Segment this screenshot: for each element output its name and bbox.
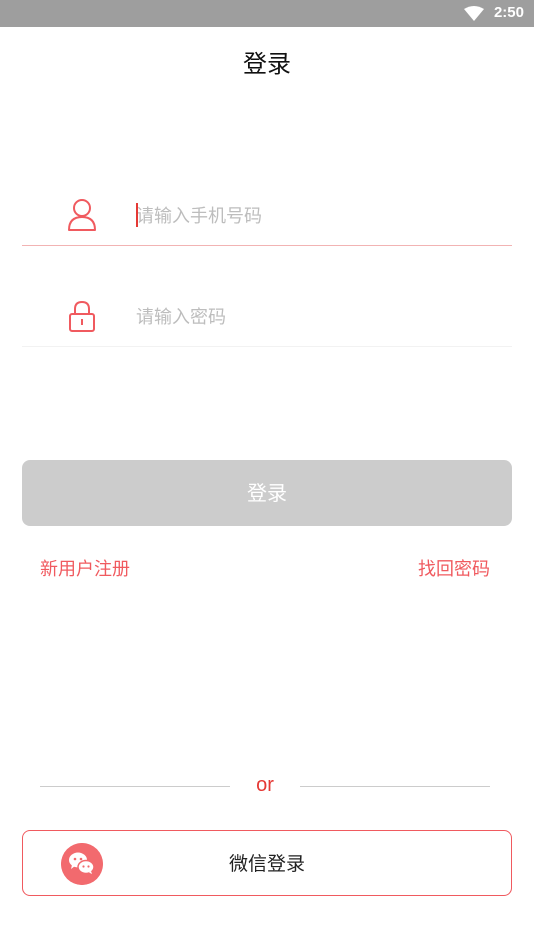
lock-icon [69, 300, 95, 332]
or-divider-label: or [256, 774, 274, 796]
wechat-login-button[interactable]: 微信登录 [22, 830, 512, 896]
status-bar: 2:50 [0, 0, 534, 27]
wechat-login-label: 微信登录 [228, 853, 305, 875]
recover-password-link[interactable]: 找回密码 [418, 555, 490, 581]
phone-input[interactable] [136, 202, 496, 230]
divider-line-right [300, 786, 490, 787]
phone-field [22, 186, 512, 246]
password-field [22, 287, 512, 347]
user-icon [68, 199, 96, 231]
register-link[interactable]: 新用户注册 [40, 555, 130, 581]
password-input[interactable] [136, 303, 496, 331]
page-title: 登录 [243, 50, 291, 78]
wifi-icon [464, 6, 484, 21]
login-button[interactable]: 登录 [22, 460, 512, 526]
status-time: 2:50 [493, 4, 524, 21]
text-caret [136, 203, 138, 227]
divider-line-left [40, 786, 230, 787]
